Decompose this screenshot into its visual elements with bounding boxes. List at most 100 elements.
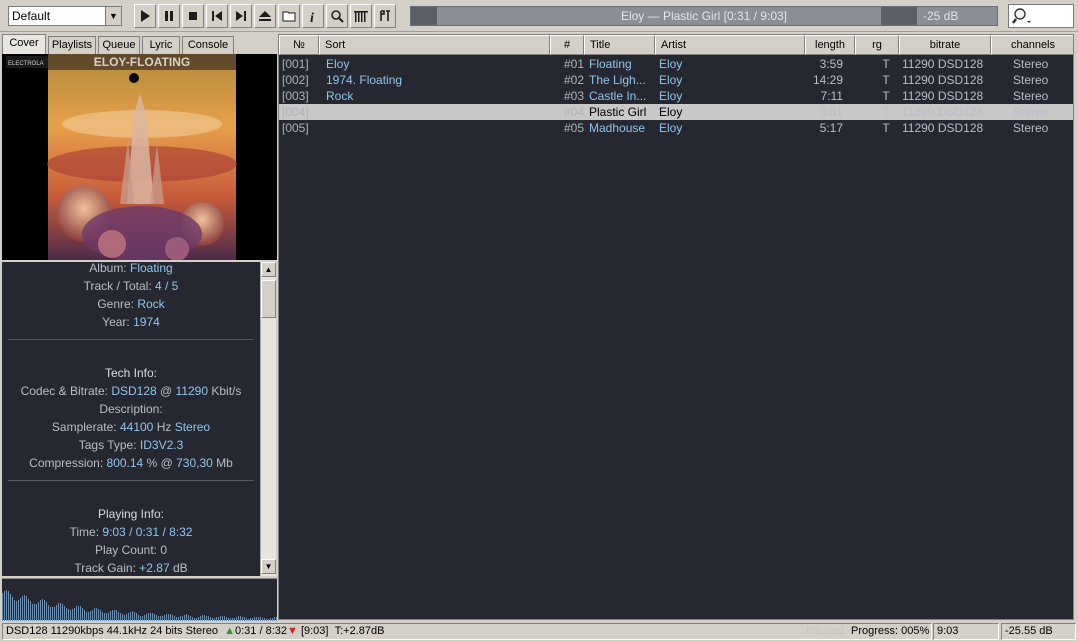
spectrum-bar	[106, 613, 107, 621]
info-year: Year: 1974	[2, 313, 260, 331]
column-channels[interactable]: channels	[991, 35, 1073, 55]
cell-length: 14:29	[812, 73, 843, 87]
album-label: Album:	[89, 262, 127, 275]
info-scrollbar[interactable]: ▲ ▼	[260, 262, 276, 576]
codec-label: Codec & Bitrate:	[20, 384, 108, 398]
spectrum-bar	[152, 613, 153, 621]
divider	[8, 480, 254, 481]
volume-handle[interactable]	[881, 7, 917, 25]
tech-head-text: Tech Info:	[104, 366, 158, 380]
table-row[interactable]: [004] #04 Plastic Girl Eloy 0:31 T 11290 DSD12…	[279, 104, 1073, 120]
cell-channels: Stereo	[1013, 57, 1049, 71]
column-length[interactable]: length	[805, 35, 855, 55]
spectrum-visualizer	[2, 578, 277, 621]
stop-button[interactable]	[182, 4, 204, 28]
column-sort[interactable]: Sort	[319, 35, 550, 55]
spectrum-bar	[42, 599, 43, 621]
play-head-text: Playing Info:	[97, 507, 165, 521]
tab-lyric[interactable]: Lyric	[142, 36, 180, 54]
cell-artist: Eloy	[659, 105, 683, 119]
column-track[interactable]: #	[550, 35, 584, 55]
column-title[interactable]: Title	[584, 35, 655, 55]
tab-playlists[interactable]: Playlists	[48, 36, 96, 54]
spectrum-bar	[28, 599, 29, 621]
preset-select[interactable]: Default ▼	[8, 6, 122, 26]
preset-value: Default	[12, 9, 51, 23]
scroll-down-button[interactable]: ▼	[261, 559, 276, 574]
spectrum-bar	[86, 612, 87, 621]
spectrum-bar	[96, 608, 97, 621]
column-rg[interactable]: rg	[855, 35, 899, 55]
cell-channels: Stereo	[1013, 73, 1049, 87]
cell-sort: Rock	[326, 89, 354, 103]
column-artist[interactable]: Artist	[655, 35, 805, 55]
spectrum-bar	[16, 601, 17, 621]
spectrum-bar	[82, 608, 83, 621]
info-button[interactable]: i	[302, 4, 324, 28]
cell-length: 0:31	[819, 105, 843, 119]
table-row[interactable]: [001] Eloy #01 Floating Eloy 3:59 T 11290 DSD12…	[279, 56, 1073, 72]
status-gain: T:+2.87dB	[334, 625, 385, 637]
spectrum-bar	[108, 613, 109, 621]
cell-bitrate: 11290 DSD128	[902, 121, 984, 135]
info-description: Description:	[2, 400, 260, 418]
scroll-up-button[interactable]: ▲	[261, 262, 276, 277]
playlist-view[interactable]: № Sort # Title Artist length rg bitrate …	[278, 34, 1074, 620]
search-button[interactable]	[326, 4, 348, 28]
spectrum-bar	[114, 610, 115, 621]
time-value: 9:03 / 0:31 / 8:32	[102, 525, 193, 539]
eject-button[interactable]	[254, 4, 276, 28]
seek-bar[interactable]: Eloy — Plastic Girl [0:31 / 9:03] -25 dB	[410, 6, 998, 26]
status-format: DSD128 11290kbps 44.1kHz 24 bits Stereo	[6, 625, 218, 637]
spectrum-bar	[118, 612, 119, 621]
spectrum-bar	[170, 614, 171, 621]
spectrum-bar	[24, 595, 25, 621]
year-label: Year:	[102, 315, 130, 329]
spectrum-bar	[128, 613, 129, 621]
status-paused: Paused	[806, 625, 844, 637]
table-row[interactable]: [005] #05 Madhouse Eloy 5:17 T 11290 DSD128 Ste…	[279, 120, 1073, 136]
cell-bitrate: 11290 DSD128	[902, 105, 984, 119]
arrow-up-icon: ▲	[224, 625, 235, 637]
status-total: [9:03]	[300, 625, 329, 637]
spectrum-bar	[136, 613, 137, 621]
table-row[interactable]: [003] Rock #03 Castle In... Eloy 7:11 T 11290 D…	[279, 88, 1073, 104]
tab-cover[interactable]: Cover	[2, 34, 46, 54]
spectrum-bar	[34, 604, 35, 621]
codec-unit: Kbit/s	[211, 384, 242, 398]
spectrum-bar	[148, 613, 149, 621]
spectrum-bar	[56, 605, 57, 621]
tab-queue[interactable]: Queue	[98, 36, 140, 54]
cell-channels: Stereo	[1013, 89, 1049, 103]
album-value: Floating	[130, 262, 173, 275]
next-button[interactable]	[230, 4, 252, 28]
column-bitrate[interactable]: bitrate	[899, 35, 991, 55]
cell-title: Floating	[589, 57, 632, 71]
spectrum-bar	[80, 606, 81, 621]
pause-button[interactable]	[158, 4, 180, 28]
equalizer-button[interactable]	[350, 4, 372, 28]
table-row[interactable]: [002] 1974. Floating #02 The Ligh... Eloy 14:…	[279, 72, 1073, 88]
open-folder-button[interactable]	[278, 4, 300, 28]
track-gain-label: Track Gain:	[74, 561, 136, 575]
scroll-thumb[interactable]	[261, 280, 276, 318]
compression-unit: Mb	[216, 456, 233, 470]
cell-track: #04	[563, 105, 584, 119]
settings-button[interactable]	[374, 4, 396, 28]
cell-track: #05	[563, 121, 584, 135]
play-button[interactable]	[134, 4, 156, 28]
spectrum-bar	[146, 614, 147, 621]
chevron-down-icon[interactable]: ▼	[105, 7, 121, 25]
cover-label-text: ELECTROLA	[8, 61, 44, 67]
spectrum-bar	[30, 601, 31, 621]
column-number[interactable]: №	[279, 35, 319, 55]
cell-sort: 1974. Floating	[326, 73, 403, 87]
stop-icon	[189, 12, 197, 20]
info-codec: Codec & Bitrate: DSD128 @ 11290 Kbit/s	[2, 382, 260, 400]
info-compression: Compression: 800.14 % @ 730,30 Mb	[2, 454, 260, 472]
tab-console[interactable]: Console	[182, 36, 234, 54]
previous-button[interactable]	[206, 4, 228, 28]
search-field[interactable]	[1008, 4, 1074, 28]
search-icon	[1012, 8, 1031, 24]
samplerate-unit: Hz	[156, 420, 172, 434]
